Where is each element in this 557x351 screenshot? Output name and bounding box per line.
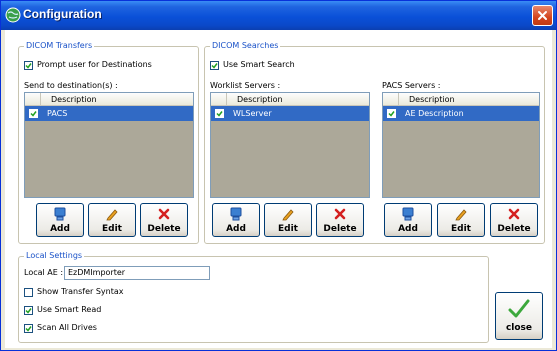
pacs-servers-label: PACS Servers : [382,81,441,90]
pencil-icon [105,207,119,221]
window-title: Configuration [23,7,102,21]
close-icon [538,11,547,20]
delete-button-label: Delete [147,224,181,234]
dialog-body: DICOM Transfers Prompt user for Destinat… [5,30,552,348]
delete-destination-button[interactable]: Delete [140,203,188,237]
title-bar[interactable]: Configuration [1,1,556,30]
prompt-destinations-label: Prompt user for Destinations [37,60,152,69]
checkmark-icon [508,299,530,319]
list-header: Description [25,93,193,106]
delete-x-icon [507,207,521,221]
list-header: Description [211,93,369,106]
globe-icon [5,7,21,23]
pacs-servers-list[interactable]: Description AE Description [382,92,540,198]
delete-button-label: Delete [323,224,357,234]
description-column-header[interactable]: Description [41,93,193,105]
dicom-searches-group: DICOM Searches Use Smart Search Worklist… [204,41,545,244]
item-checkbox[interactable] [386,109,396,118]
edit-button-label: Edit [102,224,122,234]
delete-worklist-server-button[interactable]: Delete [316,203,364,237]
scan-all-drives-label: Scan All Drives [37,323,97,332]
list-item-label: AE Description [405,109,464,118]
check-icon [25,325,32,332]
scan-all-drives-checkbox[interactable]: Scan All Drives [24,323,97,333]
check-icon [211,62,218,69]
destinations-list[interactable]: Description PACS [24,92,194,198]
edit-button-label: Edit [278,224,298,234]
close-button[interactable]: close [495,292,543,340]
edit-worklist-server-button[interactable]: Edit [264,203,312,237]
list-item[interactable]: AE Description [383,106,539,121]
list-item-label: PACS [47,109,68,118]
item-checkbox[interactable] [214,109,224,118]
add-pacs-server-button[interactable]: Add [384,203,432,237]
add-worklist-server-button[interactable]: Add [212,203,260,237]
local-ae-label: Local AE : [24,268,64,277]
window-close-button[interactable] [532,5,553,26]
checkbox-box[interactable] [24,323,33,333]
delete-button-label: Delete [497,224,531,234]
check-icon [215,111,223,117]
dicom-transfers-group: DICOM Transfers Prompt user for Destinat… [18,41,199,244]
local-settings-group: Local Settings Local AE : EzDMImporter S… [18,251,489,343]
edit-destination-button[interactable]: Edit [88,203,136,237]
show-transfer-syntax-checkbox[interactable]: Show Transfer Syntax [24,287,124,297]
list-item[interactable]: WLServer [211,106,369,121]
list-item[interactable]: PACS [25,106,193,121]
send-to-destinations-label: Send to destination(s) : [24,81,118,90]
list-header: Description [383,93,539,106]
delete-x-icon [157,207,171,221]
add-destination-button[interactable]: Add [36,203,84,237]
pencil-icon [281,207,295,221]
check-icon [29,111,37,117]
checkbox-box[interactable] [24,287,33,297]
show-transfer-syntax-label: Show Transfer Syntax [37,287,124,296]
check-icon [25,62,32,69]
worklist-servers-list[interactable]: Description WLServer [210,92,370,198]
check-icon [387,111,395,117]
checkbox-box[interactable] [24,60,33,70]
checkbox-box[interactable] [24,305,33,315]
checkbox-box[interactable] [210,60,219,70]
check-icon [25,307,32,314]
dicom-transfers-legend: DICOM Transfers [24,41,95,51]
close-button-label: close [505,323,533,333]
configuration-window: Configuration DICOM Transfers Prompt use… [0,0,557,351]
add-button-label: Add [398,224,418,234]
delete-pacs-server-button[interactable]: Delete [490,203,538,237]
edit-pacs-server-button[interactable]: Edit [437,203,485,237]
add-button-label: Add [50,224,70,234]
local-ae-input[interactable]: EzDMImporter [64,266,210,280]
description-column-header[interactable]: Description [399,93,539,105]
add-icon [401,207,415,221]
use-smart-search-checkbox[interactable]: Use Smart Search [210,60,295,70]
add-icon [53,207,67,221]
prompt-destinations-checkbox[interactable]: Prompt user for Destinations [24,60,152,70]
use-smart-read-label: Use Smart Read [37,305,102,314]
local-settings-legend: Local Settings [24,251,85,261]
delete-x-icon [333,207,347,221]
edit-button-label: Edit [451,224,471,234]
worklist-servers-label: Worklist Servers : [210,81,281,90]
use-smart-read-checkbox[interactable]: Use Smart Read [24,305,101,315]
pencil-icon [454,207,468,221]
add-button-label: Add [226,224,246,234]
use-smart-search-label: Use Smart Search [223,60,295,69]
list-item-label: WLServer [233,109,272,118]
add-icon [229,207,243,221]
item-checkbox[interactable] [28,109,38,118]
dicom-searches-legend: DICOM Searches [210,41,281,51]
description-column-header[interactable]: Description [227,93,369,105]
